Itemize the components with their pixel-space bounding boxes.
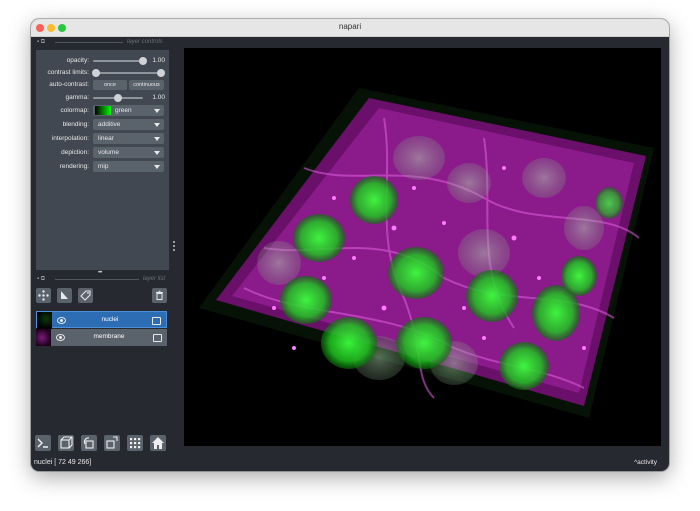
chevron-down-icon [154,109,160,113]
colormap-dropdown[interactable]: green [93,105,164,116]
blending-row: blending: additive [36,119,169,131]
depiction-row: depiction: volume [36,147,169,159]
layer-thumbnail [37,312,52,329]
colormap-label: colormap: [60,107,89,114]
napari-window: napari ▪ ⧉ layer controls opacity: 1.00 … [31,19,669,471]
layer-controls-panel: opacity: 1.00 contrast limits: auto-cont… [36,50,169,270]
auto-contrast-once-button[interactable]: once [93,80,127,90]
layer-list-title: layer list [143,276,166,282]
depiction-value: volume [98,149,119,156]
grid-view-button[interactable] [127,435,143,451]
new-points-layer-button[interactable] [36,288,51,303]
transpose-icon [106,436,118,449]
opacity-label: opacity: [66,57,89,64]
chevron-down-icon [154,137,160,141]
grid-icon [130,438,141,449]
blending-dropdown[interactable]: additive [93,119,164,130]
blending-label: blending: [62,121,89,128]
viewer-canvas[interactable] [184,48,661,446]
gamma-label: gamma: [65,94,89,101]
blending-value: additive [98,121,121,128]
gamma-row: gamma: 1.00 [36,92,169,104]
dock-resize-handle[interactable] [173,241,176,253]
visibility-eye-icon[interactable] [56,334,65,341]
layer-name[interactable]: membrane [74,333,144,340]
float-dock-icon[interactable]: ▪ ⧉ [37,276,45,283]
opacity-value: 1.00 [152,57,165,64]
layer-controls-header-line [55,42,123,43]
layer-row-membrane[interactable]: membrane [36,329,167,346]
contrast-limits-low-handle[interactable] [92,69,100,77]
image-layer-icon [153,334,162,342]
colormap-swatch [95,106,111,115]
rendering-value: mip [98,163,109,170]
layer-list-header-line [55,279,139,280]
float-dock-icon[interactable]: ▪ ⧉ [37,39,45,46]
toggle-ndisplay-button[interactable] [58,435,74,451]
interpolation-dropdown[interactable]: linear [93,133,164,144]
cube-icon [60,436,73,449]
contrast-limits-label: contrast limits: [47,69,89,76]
reset-view-button[interactable] [150,435,166,451]
interpolation-row: interpolation: linear [36,133,169,145]
contrast-limits-slider[interactable] [92,69,165,77]
roll-icon [83,437,94,449]
console-button[interactable] [35,435,51,451]
layer-controls-title: layer controls [127,39,163,45]
shapes-icon [61,291,68,299]
volume-rendering [199,88,654,418]
depiction-label: depiction: [61,149,89,156]
activity-label: activity [637,459,657,466]
home-icon [152,437,164,449]
opacity-slider-handle[interactable] [139,57,147,65]
colormap-value: green [115,107,132,114]
opacity-slider[interactable] [93,57,147,65]
chevron-down-icon [154,123,160,127]
rendering-row: rendering: mip [36,161,169,173]
roll-dimensions-button[interactable] [81,435,97,451]
contrast-limits-high-handle[interactable] [157,69,165,77]
tag-icon [80,290,91,301]
gamma-value: 1.00 [152,94,165,101]
new-labels-layer-button[interactable] [78,288,93,303]
chevron-down-icon [154,165,160,169]
points-icon [38,290,49,301]
trash-icon [156,290,163,300]
interpolation-value: linear [98,135,114,142]
auto-contrast-label: auto-contrast: [49,81,89,88]
terminal-icon [37,438,48,448]
image-layer-icon [152,317,161,325]
contrast-limits-row: contrast limits: [36,67,169,79]
gamma-slider-handle[interactable] [114,94,122,102]
window-title: napari [338,22,362,31]
auto-contrast-continuous-button[interactable]: continuous [129,80,164,90]
interpolation-label: interpolation: [51,135,89,142]
colormap-row: colormap: green [36,105,169,117]
transpose-dimensions-button[interactable] [104,435,120,451]
auto-contrast-row: auto-contrast: once continuous [36,79,169,91]
delete-layer-button[interactable] [152,288,167,303]
title-bar: napari [31,19,669,37]
new-shapes-layer-button[interactable] [57,288,72,303]
depiction-dropdown[interactable]: volume [93,147,164,158]
panel-splitter-handle[interactable]: ••• [98,270,102,276]
opacity-row: opacity: 1.00 [36,55,169,67]
chevron-down-icon [154,151,160,155]
gamma-slider[interactable] [93,94,143,102]
rendering-label: rendering: [59,163,89,170]
layer-row-nuclei[interactable]: nuclei [36,311,167,329]
layer-thumbnail [36,329,51,346]
layer-name[interactable]: nuclei [75,316,145,323]
rendering-dropdown[interactable]: mip [93,161,164,172]
activity-button[interactable]: ^activity [634,459,657,466]
status-bar-text: nuclei [ 72 49 266] [34,459,92,466]
visibility-eye-icon[interactable] [57,317,66,324]
